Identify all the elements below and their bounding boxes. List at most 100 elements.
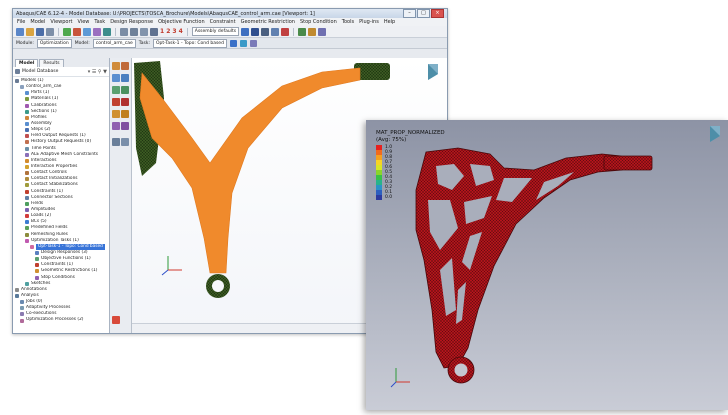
tree-node-icon: [25, 140, 29, 145]
toolbar-separator: [186, 27, 188, 36]
tree-node-icon: [25, 128, 29, 133]
color-code-icon[interactable]: [308, 27, 317, 36]
menu-item[interactable]: Constraint: [210, 19, 236, 25]
menu-item[interactable]: Viewport: [50, 19, 72, 25]
optimization-result-viewport[interactable]: MAT_PROP_NORMALIZED (Avg: 75%) 1.0 0.9 0.8…: [366, 120, 728, 410]
view-cube-icon[interactable]: [428, 64, 438, 80]
tree-node-icon: [25, 97, 29, 102]
objective-manager-icon[interactable]: [121, 86, 129, 94]
print-icon[interactable]: [46, 27, 54, 36]
maximize-button[interactable]: □: [417, 9, 430, 18]
tree-node-icon: [25, 109, 29, 114]
query-icon[interactable]: [298, 27, 307, 36]
tree-node-icon: [20, 312, 24, 317]
menu-item[interactable]: View: [78, 19, 90, 25]
view-digit-4[interactable]: 4: [179, 28, 183, 35]
tree-node-icon: [25, 91, 29, 96]
tree-node-icon: [15, 293, 19, 298]
result-axis-triad: [390, 368, 410, 388]
menu-item[interactable]: Design Response: [110, 19, 153, 25]
stop-condition-icon[interactable]: [112, 122, 120, 130]
task-label: Task:: [138, 40, 150, 46]
view-digit-3[interactable]: 3: [172, 28, 176, 35]
partition-icon[interactable]: [121, 138, 129, 146]
pan-icon[interactable]: [63, 27, 71, 36]
close-button[interactable]: ×: [431, 9, 444, 18]
sketch-tool-icon[interactable]: [112, 316, 120, 324]
datum-icon[interactable]: [112, 138, 120, 146]
model-label: Model:: [74, 40, 90, 46]
mesh-display-icon[interactable]: [271, 27, 280, 36]
module-label: Module:: [16, 40, 34, 46]
geometric-restriction-icon[interactable]: [112, 110, 120, 118]
fit-view-icon[interactable]: [103, 27, 111, 36]
tree-node-icon: [30, 244, 34, 249]
task-manager-icon[interactable]: [121, 62, 129, 70]
design-response-icon[interactable]: [112, 74, 120, 82]
menu-item[interactable]: File: [17, 19, 25, 25]
display-group-icon[interactable]: [318, 27, 327, 36]
annotation-icon[interactable]: [281, 27, 290, 36]
menu-item[interactable]: Help: [384, 19, 395, 25]
view-iso-icon[interactable]: [150, 27, 158, 36]
tree-node-icon: [25, 226, 29, 231]
tree-node-icon: [25, 214, 29, 219]
render-style-icon[interactable]: [241, 27, 250, 36]
menu-item[interactable]: Tools: [342, 19, 354, 25]
menu-item[interactable]: Geometric Restriction: [241, 19, 295, 25]
stop-manager-icon[interactable]: [121, 122, 129, 130]
zoom-icon[interactable]: [83, 27, 91, 36]
rotate-icon[interactable]: [73, 27, 81, 36]
tree-node-icon: [25, 189, 29, 194]
filter-icon[interactable]: ▾ ☰ ⚲ ▼: [88, 69, 107, 75]
menu-item[interactable]: Model: [30, 19, 45, 25]
tree-node-icon: [25, 122, 29, 127]
box-zoom-icon[interactable]: [93, 27, 101, 36]
response-manager-icon[interactable]: [121, 74, 129, 82]
tree-node-icon: [25, 281, 29, 286]
menu-item[interactable]: Objective Function: [158, 19, 205, 25]
window-controls: – □ ×: [403, 9, 444, 18]
result-view-cube-icon[interactable]: [710, 126, 720, 142]
view-digit-1[interactable]: 1: [160, 28, 164, 35]
layer-icon[interactable]: [239, 39, 247, 47]
tree-node-icon: [25, 177, 29, 182]
tab-results[interactable]: Results: [39, 59, 64, 67]
assembly-defaults-dropdown[interactable]: Assembly defaults: [191, 27, 240, 36]
bottom-ring-hole: [212, 280, 224, 292]
restriction-manager-icon[interactable]: [121, 110, 129, 118]
minimize-button[interactable]: –: [403, 9, 416, 18]
shaded-icon[interactable]: [261, 27, 270, 36]
task-create-icon[interactable]: [112, 62, 120, 70]
view-front-icon[interactable]: [120, 27, 128, 36]
constraint-manager-icon[interactable]: [121, 98, 129, 106]
tree-node-icon: [15, 287, 19, 292]
open-icon[interactable]: [26, 27, 34, 36]
tree-node-icon: [25, 171, 29, 176]
color-icon[interactable]: [249, 39, 257, 47]
menu-item[interactable]: Task: [94, 19, 105, 25]
view-top-icon[interactable]: [140, 27, 148, 36]
tree-node-icon: [25, 134, 29, 139]
tree-node-icon: [20, 318, 24, 323]
window-title: Abaqus/CAE 6.12-4 - Model Database: U:\P…: [16, 10, 315, 17]
new-icon[interactable]: [16, 27, 24, 36]
module-dropdown[interactable]: Optimization: [36, 38, 72, 48]
view-back-icon[interactable]: [130, 27, 138, 36]
wireframe-icon[interactable]: [251, 27, 260, 36]
tree-item[interactable]: Optimization Processes (2): [13, 317, 109, 323]
constraint-icon[interactable]: [112, 98, 120, 106]
menu-item[interactable]: Plug-ins: [359, 19, 379, 25]
menu-item[interactable]: Stop Condition: [300, 19, 337, 25]
save-icon[interactable]: [36, 27, 44, 36]
tab-model[interactable]: Model: [15, 59, 39, 67]
model-dropdown[interactable]: control_arm_cae: [92, 38, 136, 48]
tree-node-icon: [25, 208, 29, 213]
tree-node-icon: [15, 79, 19, 84]
task-dropdown[interactable]: Opt-Task-1 - Topo: Cond based: [152, 38, 227, 48]
view-digit-2[interactable]: 2: [166, 28, 170, 35]
tree-tabs: Model Results: [13, 58, 109, 67]
objective-function-icon[interactable]: [112, 86, 120, 94]
main-toolbar: 1 2 3 4 Assembly defaults: [13, 26, 447, 38]
grid-icon[interactable]: [229, 39, 237, 47]
